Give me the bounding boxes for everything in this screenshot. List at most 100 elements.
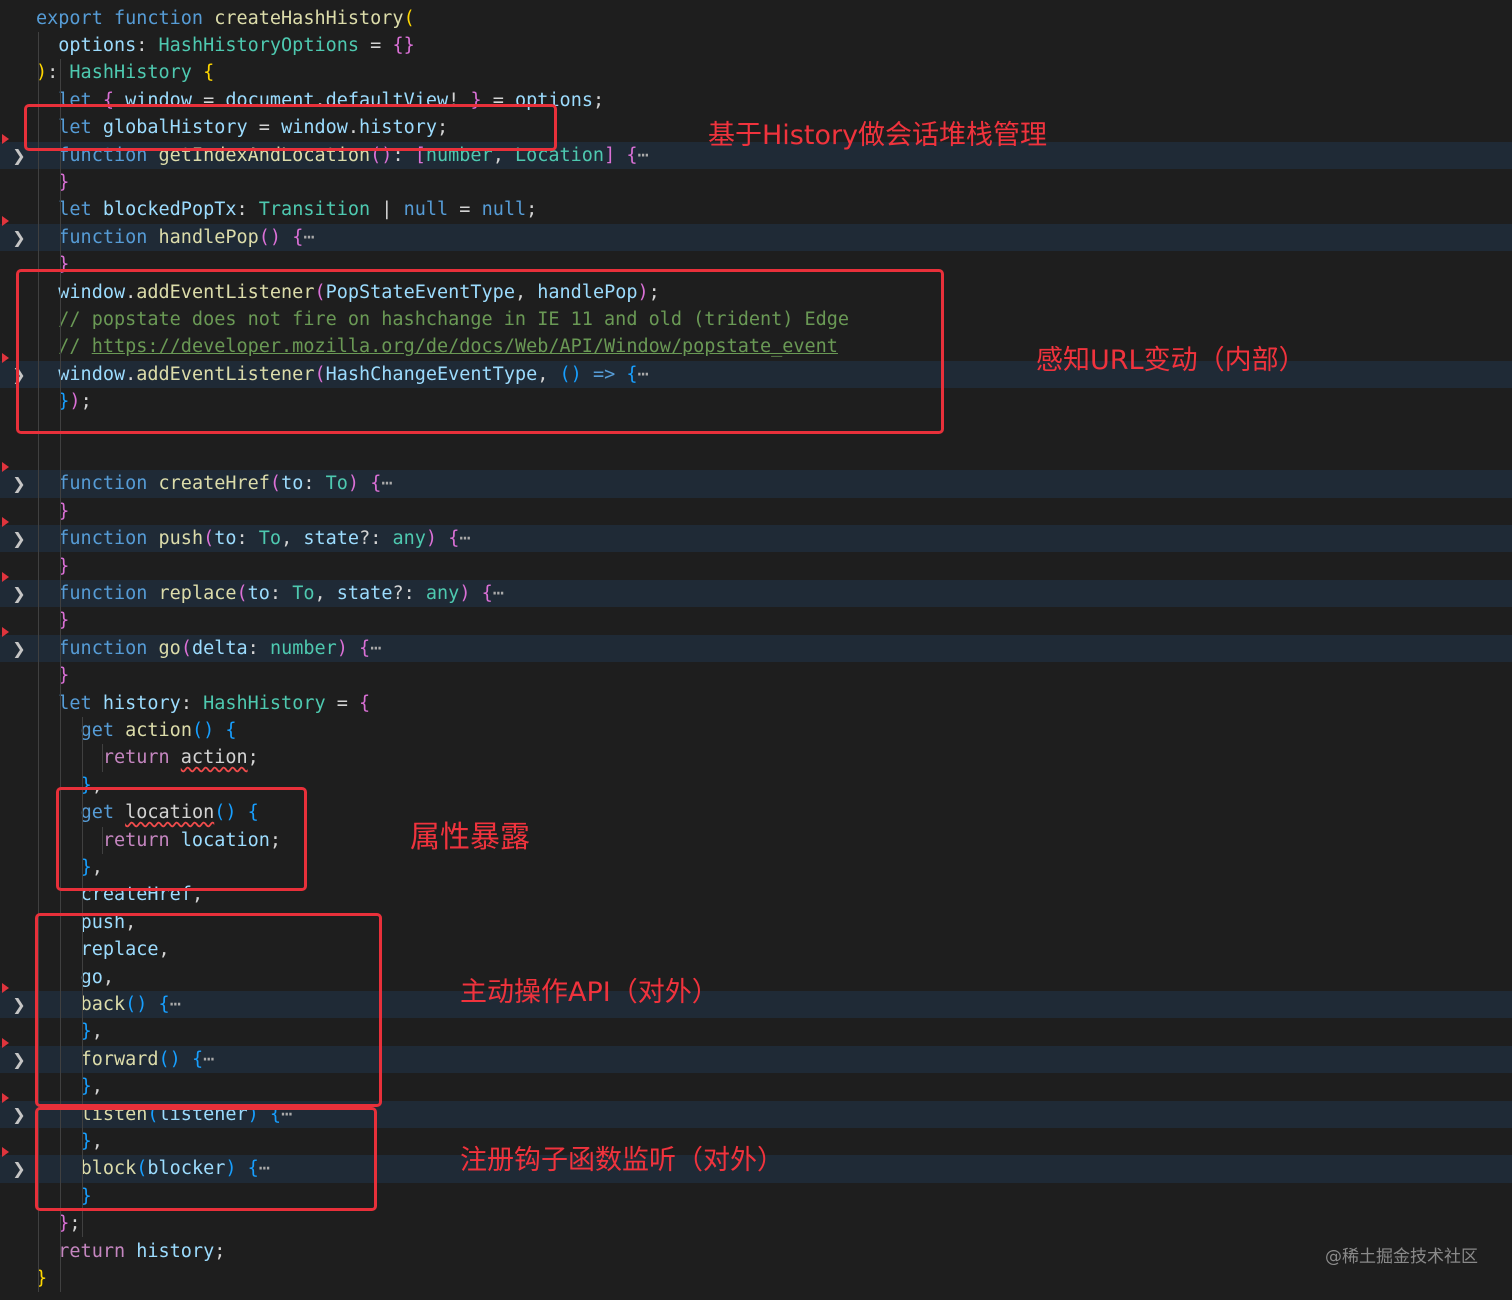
code-line[interactable] xyxy=(0,443,1512,470)
code-line[interactable]: return history; xyxy=(0,1238,1512,1265)
code-line[interactable]: ): HashHistory { xyxy=(0,59,1512,86)
code-text: } xyxy=(36,553,69,580)
fold-ellipsis-icon[interactable]: ⋯ xyxy=(381,473,392,494)
code-text: }; xyxy=(36,1210,80,1237)
code-text: } xyxy=(36,169,69,196)
code-token: {} xyxy=(392,34,415,56)
code-line[interactable]: }; xyxy=(0,1210,1512,1237)
code-token: ( xyxy=(203,528,215,550)
git-change-marker-icon xyxy=(2,1092,9,1103)
code-token: = xyxy=(448,199,482,221)
hook-listen-highlight xyxy=(35,1107,377,1211)
code-token: ( xyxy=(269,473,282,495)
fold-chevron-icon[interactable]: ❯ xyxy=(11,991,27,1018)
code-token: ; xyxy=(247,747,259,769)
code-line[interactable]: } xyxy=(0,169,1512,196)
fold-chevron-icon[interactable]: ❯ xyxy=(11,635,27,662)
fold-chevron-icon[interactable]: ❯ xyxy=(11,525,27,552)
code-line[interactable]: function createHref(to: To) {⋯ ❯ xyxy=(0,462,1512,498)
code-token: let xyxy=(58,199,92,221)
active-api-annotation: 主动操作API（对外） xyxy=(460,977,719,1008)
history-stack-highlight xyxy=(24,104,557,151)
code-line[interactable]: let blockedPopTx: Transition | null = nu… xyxy=(0,196,1512,223)
code-token: { xyxy=(292,226,304,248)
fold-chevron-icon[interactable]: ❯ xyxy=(11,1046,27,1073)
code-token: ; xyxy=(592,89,605,111)
code-token: to xyxy=(281,473,304,495)
code-token: ) xyxy=(336,637,348,659)
fold-ellipsis-icon[interactable]: ⋯ xyxy=(459,528,470,549)
code-token: : xyxy=(236,528,259,550)
code-token: Transition xyxy=(258,199,371,221)
code-line[interactable]: function push(to: To, state?: any) {⋯ ❯ xyxy=(0,517,1512,553)
code-line[interactable]: options: HashHistoryOptions = {} xyxy=(0,32,1512,59)
code-token: history xyxy=(102,692,181,714)
code-token: { xyxy=(225,719,237,741)
code-token: createHref xyxy=(158,473,270,495)
code-token: : xyxy=(180,692,204,714)
code-line[interactable]: function handlePop() {⋯ ❯ xyxy=(0,215,1512,252)
code-token: = xyxy=(359,34,393,56)
code-line[interactable]: } xyxy=(0,607,1512,634)
code-token: HashHistory xyxy=(203,692,326,714)
fold-ellipsis-icon[interactable]: ⋯ xyxy=(370,638,381,659)
code-token: () xyxy=(258,226,282,248)
code-token: history xyxy=(136,1240,215,1262)
code-token: export xyxy=(36,7,103,29)
code-token: : xyxy=(269,582,293,604)
code-token: function xyxy=(58,582,148,604)
fold-chevron-icon[interactable]: ❯ xyxy=(11,224,27,251)
code-line[interactable]: function go(delta: number) {⋯ ❯ xyxy=(0,626,1512,663)
fold-ellipsis-icon[interactable]: ⋯ xyxy=(493,583,504,604)
code-line[interactable]: let history: HashHistory = { xyxy=(0,690,1512,717)
code-token: options xyxy=(58,34,137,56)
code-token: createHashHistory xyxy=(214,7,404,29)
code-token: { xyxy=(370,473,382,495)
code-token: ) xyxy=(459,582,471,604)
code-token: { xyxy=(626,144,638,166)
code-text: } xyxy=(36,498,69,525)
code-token: any xyxy=(425,582,460,604)
code-editor[interactable]: export function createHashHistory( optio… xyxy=(0,0,1512,1300)
code-line[interactable]: return action; xyxy=(0,744,1512,771)
code-token: state xyxy=(303,528,360,550)
code-token: push xyxy=(158,528,204,550)
code-text: function createHref(to: To) {⋯ xyxy=(36,470,392,497)
fold-chevron-icon[interactable]: ❯ xyxy=(11,1155,27,1182)
code-token: { xyxy=(203,62,215,84)
code-token: state xyxy=(336,582,393,604)
code-token: = xyxy=(325,692,360,714)
fold-chevron-icon[interactable]: ❯ xyxy=(11,580,27,607)
code-token: To xyxy=(258,528,282,550)
code-line[interactable]: function replace(to: To, state?: any) {⋯… xyxy=(0,571,1512,608)
fold-chevron-icon[interactable]: ❯ xyxy=(11,1101,27,1128)
fold-ellipsis-icon[interactable]: ⋯ xyxy=(638,145,649,166)
code-line[interactable]: } xyxy=(0,498,1512,525)
fold-chevron-icon[interactable]: ❯ xyxy=(11,470,27,497)
code-text: return action; xyxy=(36,744,259,771)
code-token: blockedPopTx xyxy=(102,199,237,221)
code-line[interactable]: get action() { xyxy=(0,717,1512,744)
watermark: @稀土掘金技术社区 xyxy=(1325,1247,1478,1267)
git-change-marker-icon xyxy=(2,1037,9,1048)
code-line[interactable]: } xyxy=(0,1265,1512,1292)
code-line[interactable]: } xyxy=(0,553,1512,580)
fold-ellipsis-icon[interactable]: ⋯ xyxy=(303,227,314,248)
code-token: () xyxy=(191,719,215,741)
code-token: null xyxy=(403,199,449,221)
code-line[interactable]: } xyxy=(0,662,1512,689)
code-token: : xyxy=(47,62,70,84)
code-token: To xyxy=(292,582,315,604)
code-line[interactable]: export function createHashHistory( xyxy=(0,5,1512,32)
